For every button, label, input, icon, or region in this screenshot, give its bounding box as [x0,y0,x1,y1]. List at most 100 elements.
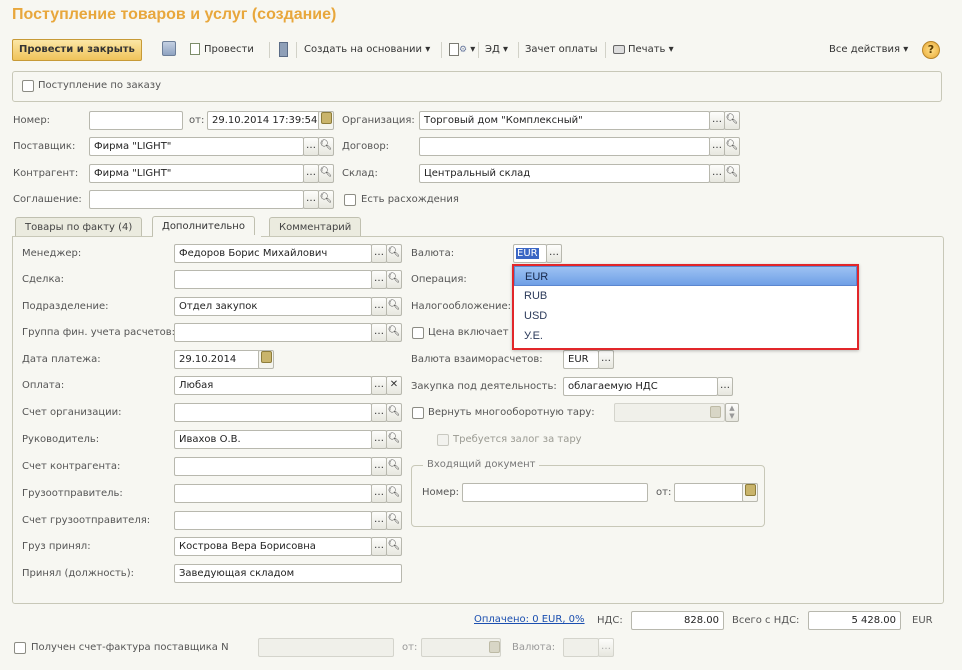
head-search-icon[interactable]: 🔍︎ [386,430,402,449]
contract-field[interactable] [419,137,710,156]
return-tare-date-field[interactable] [614,403,725,422]
shipper-account-field[interactable] [174,511,372,530]
pay-date-calendar-icon[interactable] [258,350,274,369]
payment-offset-button[interactable]: Зачет оплаты [525,39,598,61]
supplier-field[interactable]: Фирма "LIGHT" [89,137,304,156]
order-checkbox[interactable] [22,80,34,92]
settle-currency-field[interactable]: EUR [563,350,599,369]
currency-option-rub[interactable]: RUB [514,286,857,306]
purchase-field[interactable]: облагаемую НДС [563,377,718,396]
vat-field[interactable]: 828.00 [631,611,724,630]
payment-clear-icon[interactable]: ✕ [386,376,402,395]
doc-date-field[interactable] [674,483,744,502]
org-account-field[interactable] [174,403,372,422]
create-based-menu[interactable]: Создать на основании ▾ [304,39,430,61]
shipper-account-select-button[interactable]: … [371,511,387,530]
attachments-menu[interactable]: ⚙ ▾ [449,39,475,61]
deal-search-icon[interactable]: 🔍︎ [386,270,402,289]
currency-dropdown[interactable]: EUR RUB USD У.Е. [512,264,859,350]
manager-field[interactable]: Федоров Борис Михайлович [174,244,372,263]
return-tare-spin-icon[interactable]: ▲ ▼ [725,403,739,422]
invoice-calendar-icon[interactable] [489,641,500,653]
cp-account-select-button[interactable]: … [371,457,387,476]
shipper-account-search-icon[interactable]: 🔍︎ [386,511,402,530]
department-field[interactable]: Отдел закупок [174,297,372,316]
deal-select-button[interactable]: … [371,270,387,289]
agreement-search-icon[interactable]: 🔍︎ [318,190,334,209]
invoice-received-checkbox[interactable] [14,642,26,654]
received-select-button[interactable]: … [371,537,387,556]
counterparty-select-button[interactable]: … [303,164,319,183]
cp-account-search-icon[interactable]: 🔍︎ [386,457,402,476]
fin-group-search-icon[interactable]: 🔍︎ [386,323,402,342]
deposit-checkbox[interactable] [437,434,449,446]
post-button[interactable]: Провести [190,39,254,61]
org-account-select-button[interactable]: … [371,403,387,422]
warehouse-field[interactable]: Центральный склад [419,164,710,183]
currency-option-usd[interactable]: USD [514,306,857,326]
department-search-icon[interactable]: 🔍︎ [386,297,402,316]
currency-select-button[interactable]: … [546,244,562,263]
settle-currency-select-button[interactable]: … [598,350,614,369]
payment-select-button[interactable]: … [371,376,387,395]
counterparty-search-icon[interactable]: 🔍︎ [318,164,334,183]
fin-group-select-button[interactable]: … [371,323,387,342]
department-select-button[interactable]: … [371,297,387,316]
deal-field[interactable] [174,270,372,289]
agreement-field[interactable] [89,190,304,209]
payment-field[interactable]: Любая [174,376,372,395]
tab-additional[interactable]: Дополнительно [152,216,255,237]
structure-icon[interactable] [279,42,288,57]
price-includes-checkbox[interactable] [412,327,424,339]
save-icon[interactable] [162,41,176,56]
date-field[interactable]: 29.10.2014 17:39:54 [207,111,320,130]
shipper-field[interactable] [174,484,372,503]
head-field[interactable]: Ивахов О.В. [174,430,372,449]
org-account-search-icon[interactable]: 🔍︎ [386,403,402,422]
contract-select-button[interactable]: … [709,137,725,156]
all-actions-menu[interactable]: Все действия ▾ [829,39,908,61]
purchase-select-button[interactable]: … [717,377,733,396]
doc-date-calendar-icon[interactable] [742,483,758,502]
tab-goods[interactable]: Товары по факту (4) [15,217,143,237]
ed-menu[interactable]: ЭД ▾ [485,39,508,61]
head-select-button[interactable]: … [371,430,387,449]
invoice-currency-select-button[interactable]: … [598,638,614,657]
total-field[interactable]: 5 428.00 [808,611,901,630]
supplier-select-button[interactable]: … [303,137,319,156]
number-field[interactable] [89,111,183,130]
org-search-icon[interactable]: 🔍︎ [724,111,740,130]
received-field[interactable]: Кострова Вера Борисовна [174,537,372,556]
pay-date-field[interactable]: 29.10.2014 [174,350,260,369]
currency-option-eur[interactable]: EUR [514,266,857,286]
position-field[interactable]: Заведующая складом [174,564,402,583]
calendar-icon[interactable] [318,111,334,130]
post-and-close-button[interactable]: Провести и закрыть [12,39,142,61]
agreement-select-button[interactable]: … [303,190,319,209]
invoice-number-field[interactable] [258,638,394,657]
manager-search-icon[interactable]: 🔍︎ [386,244,402,263]
discrepancies-checkbox[interactable] [344,194,356,206]
return-tare-calendar-icon[interactable] [710,406,721,418]
received-search-icon[interactable]: 🔍︎ [386,537,402,556]
warehouse-search-icon[interactable]: 🔍︎ [724,164,740,183]
shipper-search-icon[interactable]: 🔍︎ [386,484,402,503]
print-menu[interactable]: Печать ▾ [613,39,674,61]
invoice-currency-field[interactable] [563,638,599,657]
help-icon[interactable]: ? [922,41,940,59]
cp-account-field[interactable] [174,457,372,476]
currency-option-ue[interactable]: У.Е. [514,326,857,346]
return-tare-checkbox[interactable] [412,407,424,419]
organization-field[interactable]: Торговый дом "Комплексный" [419,111,710,130]
contract-search-icon[interactable]: 🔍︎ [724,137,740,156]
shipper-select-button[interactable]: … [371,484,387,503]
warehouse-select-button[interactable]: … [709,164,725,183]
fin-group-field[interactable] [174,323,372,342]
supplier-search-icon[interactable]: 🔍︎ [318,137,334,156]
currency-field[interactable]: EUR [513,244,547,263]
doc-number-field[interactable] [462,483,648,502]
paid-link[interactable]: Оплачено: 0 EUR, 0% [474,614,585,625]
org-select-button[interactable]: … [709,111,725,130]
tab-comment[interactable]: Комментарий [269,217,362,237]
counterparty-field[interactable]: Фирма "LIGHT" [89,164,304,183]
